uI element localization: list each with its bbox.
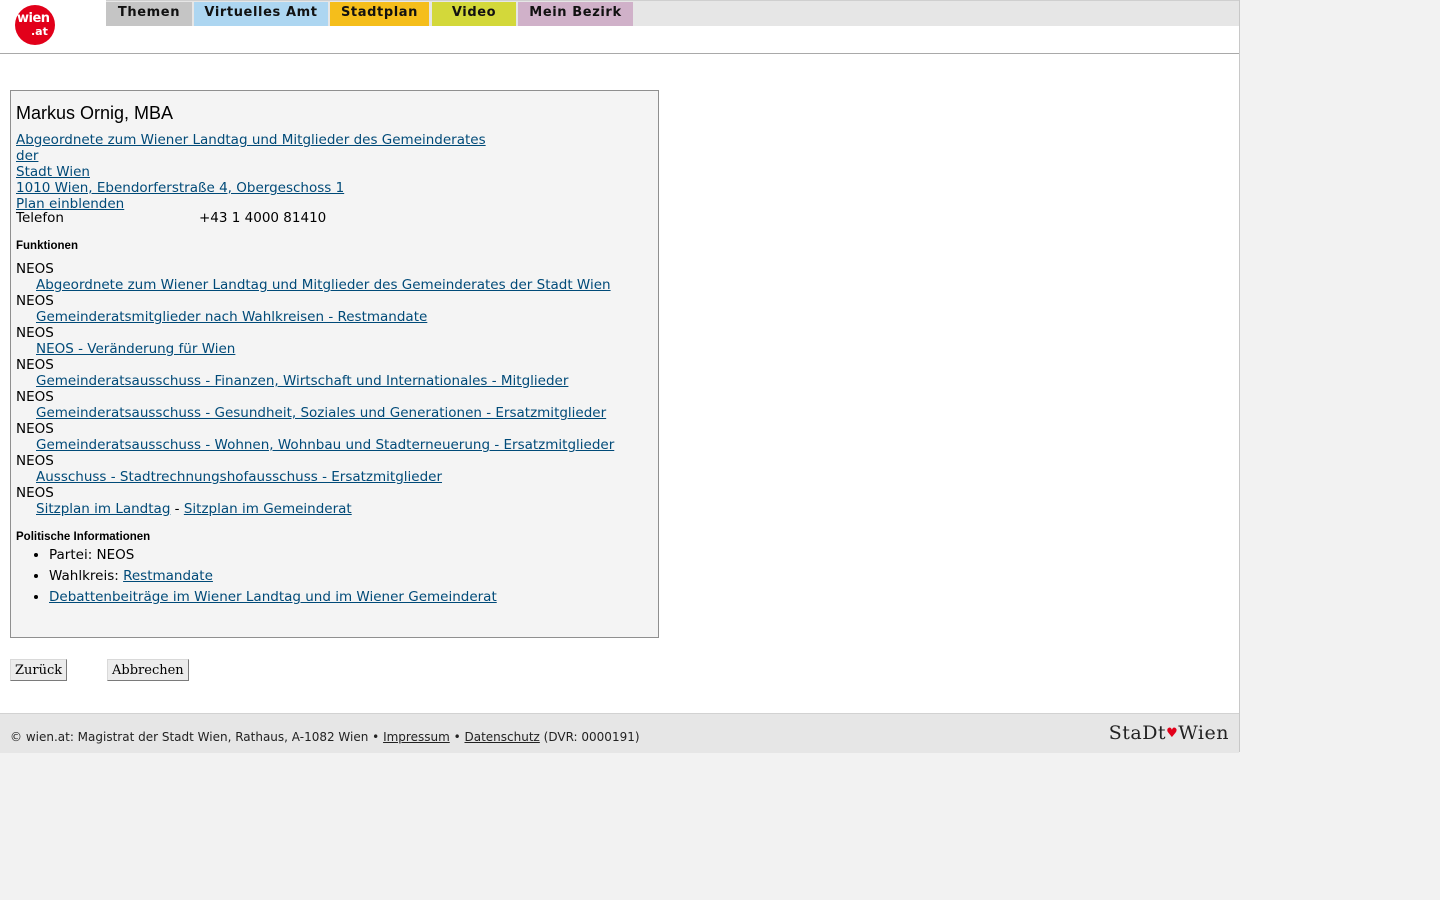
constituency-item: Wahlkreis: Restmandate xyxy=(49,568,497,584)
debates-item: Debattenbeiträge im Wiener Landtag und i… xyxy=(49,589,497,605)
political-info-heading: Politische Informationen xyxy=(16,531,151,543)
tab-stadtplan[interactable]: Stadtplan xyxy=(330,2,429,26)
stadt-wien-logo[interactable]: StaDt♥Wien xyxy=(1109,722,1229,744)
logo-text-top: wien xyxy=(17,11,50,26)
debates-link[interactable]: Debattenbeiträge im Wiener Landtag und i… xyxy=(49,589,497,605)
cancel-button[interactable]: Abbrechen xyxy=(107,659,189,681)
constituency-label: Wahlkreis: xyxy=(49,568,124,584)
function-party: NEOS xyxy=(16,357,54,373)
tab-mein-bezirk[interactable]: Mein Bezirk xyxy=(518,2,633,26)
seating-plan-landtag-link[interactable]: Sitzplan im Landtag xyxy=(36,501,170,517)
function-party: NEOS xyxy=(16,389,54,405)
function-party: NEOS xyxy=(16,453,54,469)
function-link[interactable]: Gemeinderatsausschuss - Finanzen, Wirtsc… xyxy=(16,373,646,389)
functions-list: NEOS Abgeordnete zum Wiener Landtag und … xyxy=(16,261,646,517)
footer: © wien.at: Magistrat der Stadt Wien, Rat… xyxy=(0,713,1239,753)
function-party: NEOS xyxy=(16,421,54,437)
party-item: Partei: NEOS xyxy=(49,547,497,563)
function-party: NEOS xyxy=(16,325,54,341)
role-link-line-2: Stadt Wien xyxy=(16,164,90,180)
impressum-link[interactable]: Impressum xyxy=(383,730,450,744)
function-link[interactable]: Ausschuss - Stadtrechnungshofausschuss -… xyxy=(16,469,646,485)
function-party: NEOS xyxy=(16,293,54,309)
role-link[interactable]: Abgeordnete zum Wiener Landtag und Mitgl… xyxy=(16,132,486,180)
function-link[interactable]: NEOS - Veränderung für Wien xyxy=(16,341,646,357)
footer-text: © wien.at: Magistrat der Stadt Wien, Rat… xyxy=(10,730,640,744)
wien-at-logo[interactable]: wien .at xyxy=(15,5,55,45)
function-link[interactable]: Abgeordnete zum Wiener Landtag und Mitgl… xyxy=(16,277,646,293)
function-link[interactable]: Gemeinderatsmitglieder nach Wahlkreisen … xyxy=(16,309,646,325)
back-button[interactable]: Zurück xyxy=(10,659,68,681)
brand-text-left: StaDt xyxy=(1108,722,1167,744)
functions-heading: Funktionen xyxy=(16,240,78,252)
function-party: NEOS xyxy=(16,261,54,277)
coat-of-arms-icon: ♥ xyxy=(1166,726,1179,741)
seating-plan-gemeinderat-link[interactable]: Sitzplan im Gemeinderat xyxy=(184,501,352,517)
address-block: Abgeordnete zum Wiener Landtag und Mitgl… xyxy=(16,132,496,212)
tab-virtuelles-amt[interactable]: Virtuelles Amt xyxy=(194,2,328,26)
tab-themen[interactable]: Themen xyxy=(106,2,192,26)
seating-plan-separator: - xyxy=(170,501,184,517)
constituency-link[interactable]: Restmandate xyxy=(123,568,213,584)
address-link[interactable]: 1010 Wien, Ebendorferstraße 4, Obergesch… xyxy=(16,180,344,196)
seating-plan-row: Sitzplan im Landtag - Sitzplan im Gemein… xyxy=(16,501,646,517)
footer-separator: • xyxy=(449,730,465,744)
footer-copyright: © wien.at: Magistrat der Stadt Wien, Rat… xyxy=(10,730,384,744)
person-name: Markus Ornig, MBA xyxy=(16,103,174,123)
page-frame: wien .at Themen Virtuelles Amt Stadtplan… xyxy=(0,0,1240,753)
brand-text-right: Wien xyxy=(1178,722,1229,744)
role-link-line-1: Abgeordnete zum Wiener Landtag und Mitgl… xyxy=(16,132,486,164)
logo-text-bottom: .at xyxy=(31,25,48,38)
phone-value: +43 1 4000 81410 xyxy=(199,210,327,226)
political-info-list: Partei: NEOS Wahlkreis: Restmandate Deba… xyxy=(11,547,497,610)
privacy-link[interactable]: Datenschutz xyxy=(464,730,539,744)
header-divider xyxy=(0,53,1239,54)
top-navigation: Themen Virtuelles Amt Stadtplan Video Me… xyxy=(106,0,1239,26)
footer-dvr: (DVR: 0000191) xyxy=(539,730,640,744)
function-link[interactable]: Gemeinderatsausschuss - Wohnen, Wohnbau … xyxy=(16,437,646,453)
person-detail-card: Markus Ornig, MBA Abgeordnete zum Wiener… xyxy=(10,90,659,638)
phone-label: Telefon xyxy=(16,210,64,226)
function-link[interactable]: Gemeinderatsausschuss - Gesundheit, Sozi… xyxy=(16,405,646,421)
tab-video[interactable]: Video xyxy=(432,2,516,26)
function-party: NEOS xyxy=(16,485,54,501)
